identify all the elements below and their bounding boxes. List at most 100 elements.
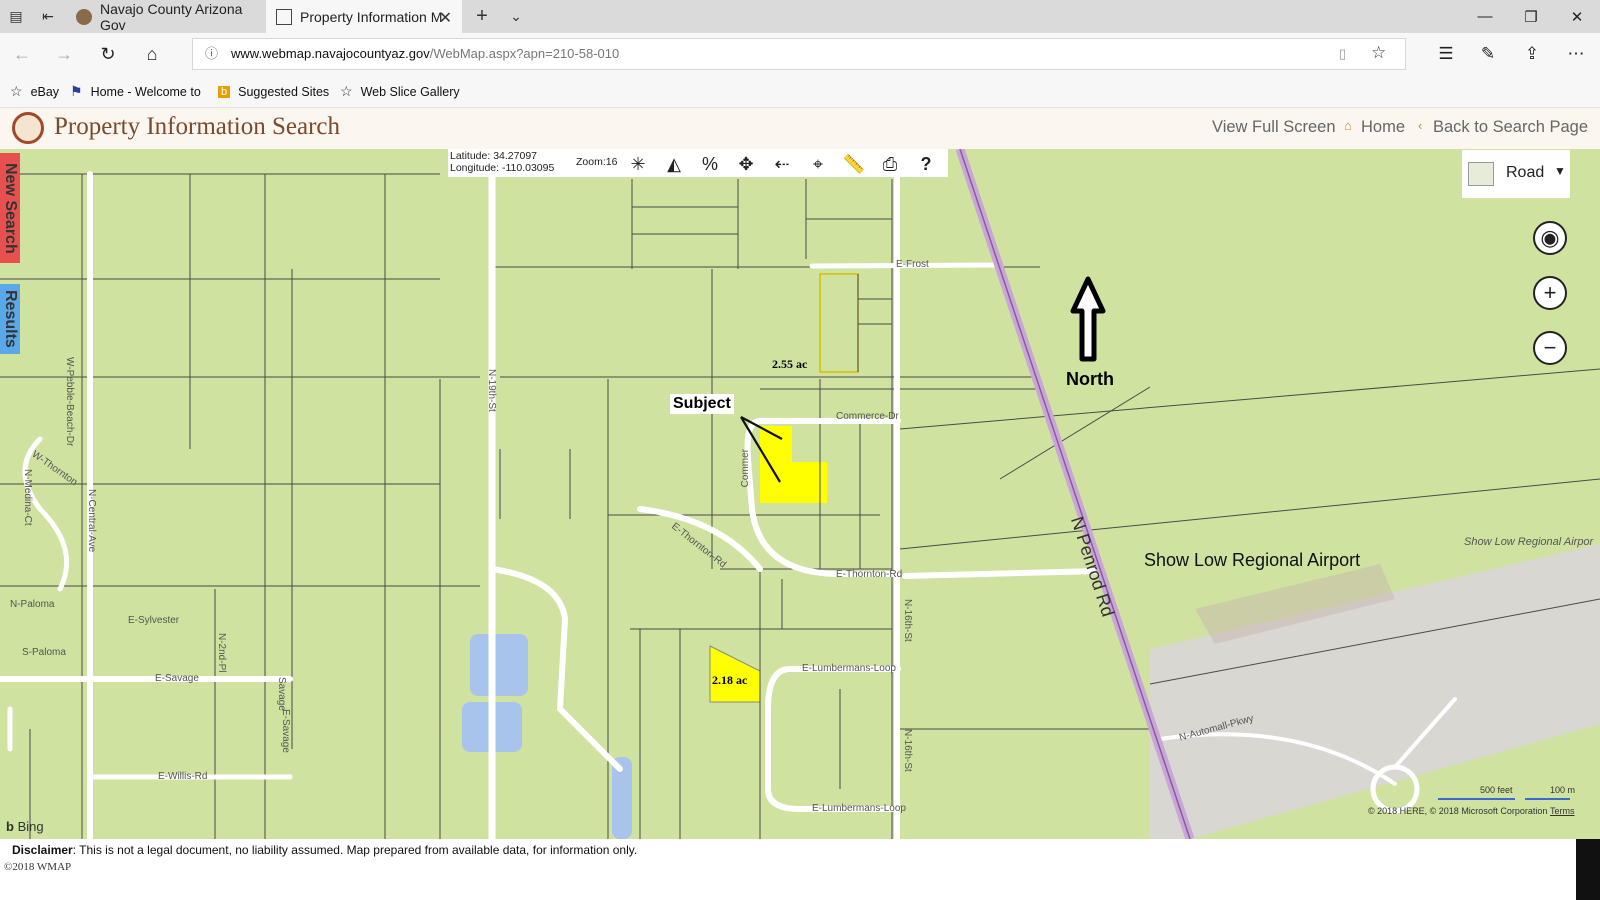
map-canvas[interactable]: E-Frost Commerce-Dr Commer E-Thornton-Rd… <box>0 149 1600 839</box>
help-icon[interactable]: ? <box>912 151 940 177</box>
info-icon[interactable]: ⓘ <box>205 39 218 69</box>
longitude-readout: Longitude: -110.03095 <box>450 162 555 174</box>
close-tab-icon[interactable]: ✕ <box>439 8 452 28</box>
zoom-out-icon[interactable]: − <box>1533 331 1567 365</box>
street-label: E-Willis-Rd <box>158 771 208 782</box>
browser-tab-bar: ▤ ⇤ Navajo County Arizona Gov Property I… <box>0 0 1600 33</box>
favorites-hub-icon[interactable]: ☰ <box>1426 33 1466 75</box>
street-label: N-Central-Ave <box>86 489 97 553</box>
highway-centerline <box>959 149 1191 839</box>
favorites-bar: ☆ eBay ⚑ Home - Welcome to b Suggested Site… <box>0 75 1600 108</box>
select-shape-icon[interactable]: ◭ <box>660 151 688 177</box>
pan-icon[interactable]: ✥ <box>732 151 760 177</box>
basemap-label: Road <box>1506 164 1545 181</box>
latitude-readout: Latitude: 34.27097 <box>450 150 537 162</box>
app-header: Property Information Search View Full Sc… <box>0 108 1600 149</box>
map-attribution: © 2018 HERE, © 2018 Microsoft Corporatio… <box>1368 806 1548 816</box>
measure-ruler-icon[interactable]: 📏 <box>840 151 868 177</box>
tab-list-icon[interactable]: ⌄ <box>500 0 532 33</box>
basemap-selector[interactable]: Road ▼ <box>1462 150 1570 198</box>
airport-label-small: Show Low Regional Airpor <box>1464 536 1594 548</box>
map-toolbar: Latitude: 34.27097 Longitude: -110.03095… <box>448 149 948 177</box>
refresh-icon[interactable]: ↻ <box>88 33 128 75</box>
new-search-tab[interactable]: New Search <box>0 153 20 263</box>
street-label: E-Savage <box>155 673 199 684</box>
home-icon: ⌂ <box>1344 118 1352 133</box>
terms-link[interactable]: Terms <box>1550 806 1575 816</box>
street-label: E-Frost <box>896 259 929 270</box>
forward-icon[interactable]: → <box>44 33 84 75</box>
street-label: E-Thornton-Rd <box>836 569 903 580</box>
tab-actions-icon[interactable]: ▤ <box>0 0 32 33</box>
tab-navajo-county[interactable]: Navajo County Arizona Gov <box>66 0 264 33</box>
pen-icon[interactable]: ✎ <box>1468 33 1508 75</box>
tab-label: Navajo County Arizona Gov <box>100 0 243 33</box>
home-link[interactable]: Home <box>1361 118 1405 137</box>
close-icon[interactable]: ✕ <box>1554 0 1600 33</box>
scale-meters-label: 100 m <box>1550 785 1576 795</box>
zoom-in-icon[interactable]: + <box>1533 276 1567 310</box>
street-label: Commer <box>740 449 751 488</box>
back-to-search-link[interactable]: Back to Search Page <box>1433 118 1588 137</box>
street-label: N-2nd-Pl <box>216 633 227 673</box>
minimize-icon[interactable]: — <box>1462 0 1508 33</box>
percent-icon[interactable]: % <box>696 151 724 177</box>
flag-icon: ⚑ <box>70 83 83 99</box>
airport-label: Show Low Regional Airport <box>1144 550 1361 570</box>
view-full-screen-link[interactable]: View Full Screen <box>1212 118 1336 137</box>
bing-icon: b <box>218 85 231 98</box>
scrollbar-corner <box>1576 839 1600 900</box>
favorite-star-icon[interactable]: ☆ <box>1371 38 1386 68</box>
bing-icon: b <box>6 819 18 834</box>
north-arrow-icon <box>1070 276 1106 362</box>
share-icon[interactable]: ⇪ <box>1512 33 1552 75</box>
disclaimer-bar: Disclaimer: This is not a legal document… <box>0 839 1600 900</box>
favorite-label: Home - Welcome to <box>90 84 201 99</box>
favorite-ebay[interactable]: ☆ eBay <box>10 75 59 108</box>
subject-label: Subject <box>670 394 734 414</box>
acreage-label-bottom: 2.18 ac <box>712 673 748 687</box>
coordinate-icon[interactable]: ⌖ <box>804 151 832 177</box>
back-extent-icon[interactable]: ⇠ <box>768 151 796 177</box>
street-label: N-Paloma <box>10 599 55 610</box>
back-tabs-icon[interactable]: ⇤ <box>32 0 64 33</box>
caret-down-icon: ▼ <box>1554 164 1566 178</box>
back-icon[interactable]: ← <box>2 33 42 75</box>
street-label: N-16th-St <box>902 599 913 642</box>
street-label: Savage <box>276 677 287 711</box>
results-tab[interactable]: Results <box>0 284 20 354</box>
favorite-home[interactable]: ⚑ Home - Welcome to <box>70 75 206 108</box>
page-icon <box>276 8 292 25</box>
disclaimer-text: : This is not a legal document, no liabi… <box>72 843 638 857</box>
address-bar-row: ← → ↻ ⌂ ⓘ www.webmap.navajocountyaz.gov/… <box>0 33 1600 75</box>
tab-property-info[interactable]: Property Information M ✕ <box>266 0 462 33</box>
url-path: /WebMap.aspx?apn=210-58-010 <box>429 46 620 61</box>
street-label: N-Medina-Ct <box>22 469 33 526</box>
restore-icon[interactable]: ❐ <box>1508 0 1554 33</box>
star-icon: ☆ <box>340 83 353 99</box>
street-label: E-Lumbermans-Loop <box>812 803 906 814</box>
url-field[interactable]: ⓘ www.webmap.navajocountyaz.gov/WebMap.a… <box>192 38 1406 70</box>
favorite-label: eBay <box>30 84 60 99</box>
street-label: E-Sylvester <box>128 615 180 626</box>
county-seal-icon <box>12 112 44 144</box>
reading-view-icon[interactable]: ▯ <box>1339 39 1346 69</box>
chevron-left-icon: ‹ <box>1418 118 1423 133</box>
star-icon: ☆ <box>10 83 23 99</box>
favorite-web-slice[interactable]: ☆ Web Slice Gallery <box>340 75 460 108</box>
new-tab-icon[interactable]: + <box>466 0 498 33</box>
copyright: ©2018 WMAP <box>4 861 72 873</box>
home-icon[interactable]: ⌂ <box>132 33 172 75</box>
north-label: North <box>1066 369 1114 389</box>
locate-icon[interactable]: ◉ <box>1533 221 1567 255</box>
identify-pointer-icon[interactable]: ✳ <box>624 151 652 177</box>
print-icon[interactable]: ⎙ <box>876 151 904 177</box>
disclaimer-label: Disclaimer <box>12 843 73 857</box>
more-icon[interactable]: ⋯ <box>1556 33 1596 75</box>
page-title: Property Information Search <box>54 113 341 140</box>
url-host: www.webmap.navajocountyaz.gov <box>231 46 430 61</box>
street-label: S-Paloma <box>22 647 66 658</box>
disclaimer: Disclaimer: This is not a legal document… <box>12 843 637 857</box>
map-graphics <box>0 149 1600 839</box>
favorite-suggested-sites[interactable]: b Suggested Sites <box>218 75 329 108</box>
